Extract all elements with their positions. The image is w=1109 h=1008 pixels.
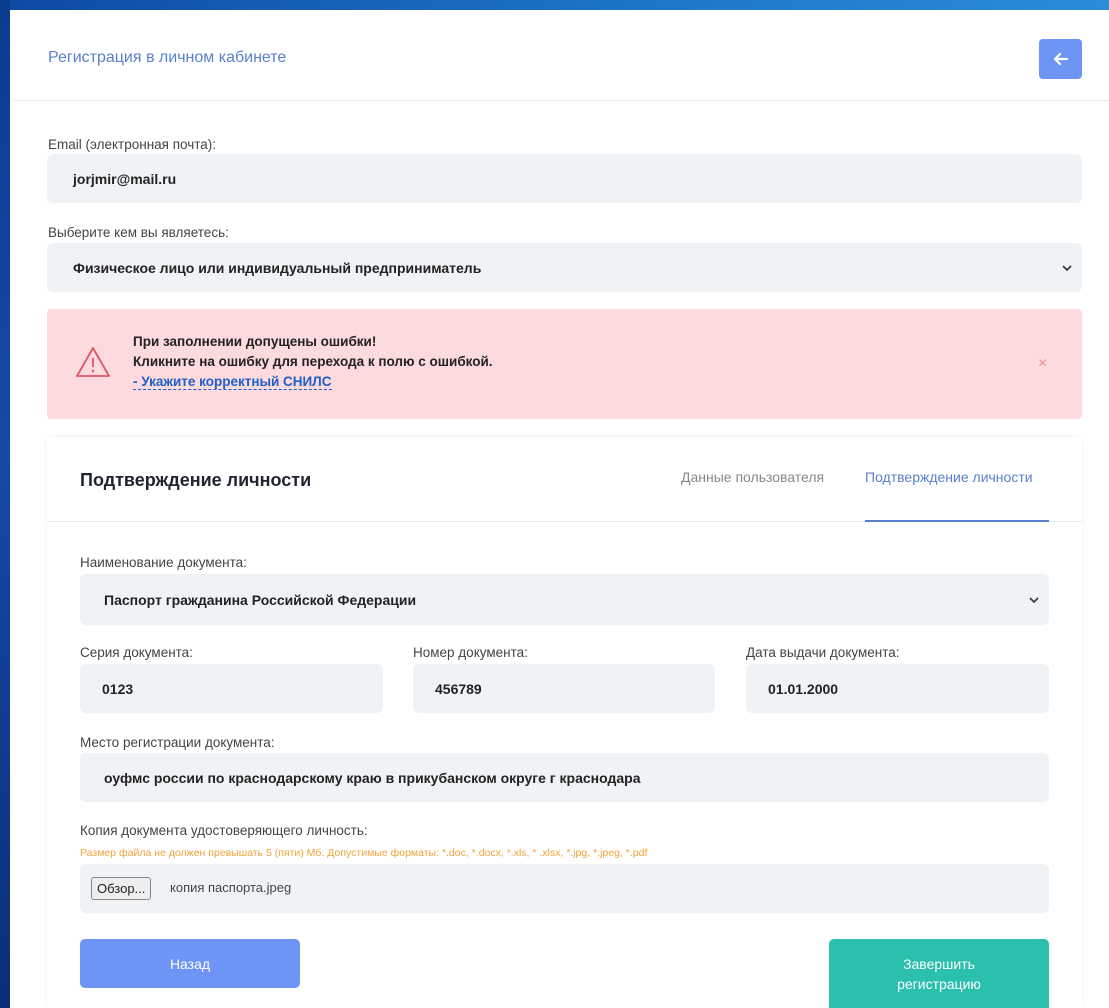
doc-series-value: 0123	[102, 680, 134, 697]
doc-series-field[interactable]: 0123	[80, 664, 383, 713]
email-label: Email (электронная почта):	[48, 137, 217, 152]
role-select[interactable]: Физическое лицо или индивидуальный предп…	[47, 243, 1082, 292]
tab-user-data[interactable]: Данные пользователя	[681, 469, 824, 485]
browse-button[interactable]: Обзор...	[91, 877, 152, 900]
left-border	[0, 0, 10, 1008]
finish-label-line1: Завершить	[903, 955, 975, 972]
active-tab-indicator	[865, 520, 1049, 522]
section-title: Подтверждение личности	[80, 470, 312, 490]
email-value: jorjmir@mail.ru	[73, 170, 177, 187]
doc-date-value: 01.01.2000	[768, 680, 839, 697]
file-name: копия паспорта.jpeg	[170, 880, 292, 895]
file-upload-field: Обзор... копия паспорта.jpeg	[80, 864, 1049, 913]
identity-section: Подтверждение личности Данные пользовате…	[47, 437, 1082, 1008]
alert-message: При заполнении допущены ошибки! Кликните…	[133, 332, 493, 392]
back-arrow-button[interactable]	[1039, 39, 1082, 79]
doc-place-value: оуфмс россии по краснодарскому краю в пр…	[104, 769, 641, 786]
role-value: Физическое лицо или индивидуальный предп…	[73, 259, 482, 276]
doc-name-label: Наименование документа:	[80, 555, 247, 570]
doc-number-field[interactable]: 456789	[413, 664, 715, 713]
snils-error-link[interactable]: - Укажите корректный СНИЛС	[133, 374, 332, 390]
doc-number-value: 456789	[435, 680, 482, 697]
tab-identity[interactable]: Подтверждение личности	[865, 469, 1033, 485]
header: Регистрация в личном кабинете	[13, 17, 1109, 101]
doc-name-select[interactable]: Паспорт гражданина Российской Федерации	[80, 574, 1049, 625]
role-label: Выберите кем вы являетесь:	[48, 225, 229, 240]
registration-card: Регистрация в личном кабинете Email (эле…	[13, 17, 1109, 1008]
doc-place-field[interactable]: оуфмс россии по краснодарскому краю в пр…	[80, 753, 1049, 802]
doc-date-field[interactable]: 01.01.2000	[746, 664, 1049, 713]
arrow-left-icon	[1053, 52, 1068, 66]
doc-series-label: Серия документа:	[80, 645, 193, 660]
page-title: Регистрация в личном кабинете	[48, 49, 287, 66]
finish-registration-button[interactable]: Завершить регистрацию	[829, 939, 1049, 1008]
file-size-hint: Размер файла не должен превышать 5 (пяти…	[80, 847, 648, 859]
top-border	[0, 0, 1109, 10]
doc-number-label: Номер документа:	[413, 645, 528, 660]
doc-date-label: Дата выдачи документа:	[746, 645, 900, 660]
chevron-down-icon	[1062, 264, 1072, 271]
alert-title: При заполнении допущены ошибки!	[133, 334, 377, 349]
chevron-down-icon	[1029, 596, 1039, 603]
error-alert: При заполнении допущены ошибки! Кликните…	[47, 309, 1082, 419]
doc-copy-label: Копия документа удостоверяющего личность…	[80, 823, 368, 838]
email-field[interactable]: jorjmir@mail.ru	[47, 154, 1082, 203]
warning-icon	[76, 347, 110, 377]
doc-place-label: Место регистрации документа:	[80, 735, 275, 750]
section-header: Подтверждение личности Данные пользовате…	[47, 437, 1082, 522]
alert-close-button[interactable]: ×	[1038, 355, 1047, 373]
alert-subtitle: Кликните на ошибку для перехода к полю с…	[133, 354, 493, 369]
back-button[interactable]: Назад	[80, 939, 300, 988]
doc-name-value: Паспорт гражданина Российской Федерации	[104, 591, 417, 608]
finish-label-line2: регистрацию	[897, 975, 981, 992]
